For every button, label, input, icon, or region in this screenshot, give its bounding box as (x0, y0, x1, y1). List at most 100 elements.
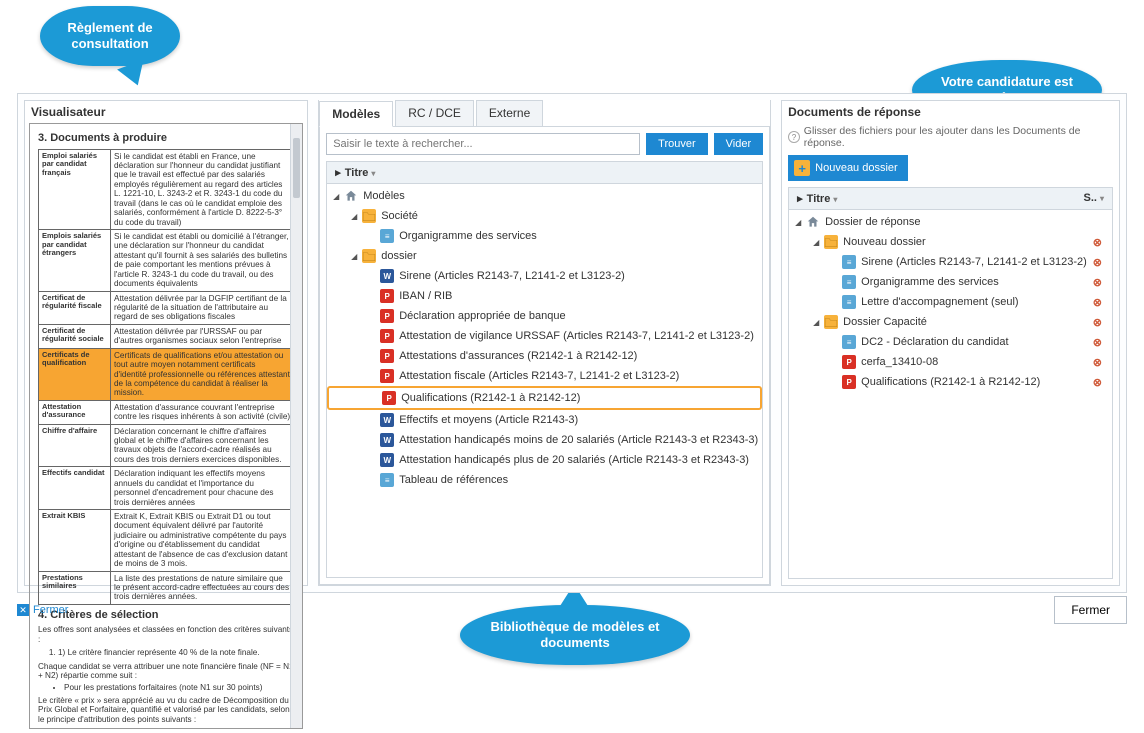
expand-toggle[interactable]: ◢ (811, 237, 821, 247)
tree-item[interactable]: PAttestation de vigilance URSSAF (Articl… (327, 326, 762, 346)
tree-item[interactable]: ◢ Dossier de réponse (789, 212, 1112, 232)
tab-rc-dce[interactable]: RC / DCE (395, 100, 474, 126)
col-status[interactable]: S.. (1076, 188, 1112, 209)
tree-label: Tableau de références (399, 474, 758, 486)
tree-item[interactable]: ◢Société (327, 206, 762, 226)
tree-item[interactable]: WAttestation handicapés plus de 20 salar… (327, 450, 762, 470)
tree-item[interactable]: ≡Lettre d'accompagnement (seul)⊗ (789, 292, 1112, 312)
pdf-icon: P (380, 329, 394, 343)
table-row: Emplois salariés par candidat étrangersS… (39, 230, 294, 292)
tree-item[interactable]: PQualifications (R2142-1 à R2142-12) (327, 386, 762, 410)
tree-label: Dossier de réponse (825, 216, 1108, 228)
find-button[interactable]: Trouver (646, 133, 708, 155)
new-folder-button[interactable]: + Nouveau dossier (788, 155, 908, 181)
home-icon (344, 189, 358, 203)
tree-label: Modèles (363, 190, 758, 202)
expand-toggle[interactable] (367, 415, 377, 425)
folder-icon (362, 249, 376, 263)
expand-toggle[interactable]: ◢ (793, 217, 803, 227)
delete-icon[interactable]: ⊗ (1087, 256, 1108, 269)
scrollbar[interactable] (290, 124, 302, 728)
delete-icon[interactable]: ⊗ (1087, 236, 1108, 249)
tree-item[interactable]: ≡Organigramme des services (327, 226, 762, 246)
list-item: Pour les prestations forfaitaires (note … (64, 683, 294, 692)
tree-item[interactable]: ≡Tableau de références (327, 470, 762, 490)
expand-toggle[interactable] (829, 377, 839, 387)
tree-item[interactable]: PDéclaration appropriée de banque (327, 306, 762, 326)
tab-modeles[interactable]: Modèles (319, 101, 393, 127)
delete-icon[interactable]: ⊗ (1087, 376, 1108, 389)
tab-externe[interactable]: Externe (476, 100, 543, 126)
word-icon: W (380, 269, 394, 283)
expand-toggle[interactable] (367, 331, 377, 341)
tree-item[interactable]: ◢ Modèles (327, 186, 762, 206)
delete-icon[interactable]: ⊗ (1087, 276, 1108, 289)
tree-item[interactable]: PQualifications (R2142-1 à R2142-12)⊗ (789, 372, 1112, 392)
expand-toggle[interactable] (829, 277, 839, 287)
close-button[interactable]: Fermer (1054, 596, 1127, 624)
tree-label: Déclaration appropriée de banque (399, 310, 758, 322)
expand-toggle[interactable] (367, 455, 377, 465)
expand-toggle[interactable]: ◢ (331, 191, 341, 201)
delete-icon[interactable]: ⊗ (1087, 336, 1108, 349)
delete-icon[interactable]: ⊗ (1087, 356, 1108, 369)
expand-toggle[interactable] (829, 337, 839, 347)
pdf-icon: P (382, 391, 396, 405)
word-icon: W (380, 413, 394, 427)
expand-toggle[interactable] (367, 291, 377, 301)
tree-label: Qualifications (R2142-1 à R2142-12) (861, 376, 1087, 388)
expand-toggle[interactable] (369, 393, 379, 403)
delete-icon[interactable]: ⊗ (1087, 296, 1108, 309)
tree-item[interactable]: PIBAN / RIB (327, 286, 762, 306)
tree-item[interactable]: W Effectifs et moyens (Article R2143-3) (327, 410, 762, 430)
expand-toggle[interactable] (367, 231, 377, 241)
models-tree: ◢ Modèles ◢Société≡Organigramme des servic… (326, 184, 763, 578)
tree-item[interactable]: W Sirene (Articles R2143-7, L2141-2 et L3… (327, 266, 762, 286)
tree-item[interactable]: PAttestations d'assurances (R2142-1 à R2… (327, 346, 762, 366)
documents-table: Emploi salariés par candidat françaisSi … (38, 149, 294, 605)
document-viewer[interactable]: 3. Documents à produire Emploi salariés … (29, 123, 303, 729)
expand-toggle[interactable]: ◢ (349, 211, 359, 221)
expand-toggle[interactable] (367, 271, 377, 281)
expand-toggle[interactable] (367, 351, 377, 361)
doc-icon: ≡ (842, 275, 856, 289)
pdf-icon: P (380, 369, 394, 383)
pdf-icon: P (380, 289, 394, 303)
tree-item[interactable]: ◢ Dossier Capacité⊗ (789, 312, 1112, 332)
tree-item[interactable]: ◢Nouveau dossier⊗ (789, 232, 1112, 252)
table-row: Chiffre d'affaireDéclaration concernant … (39, 424, 294, 467)
expand-toggle[interactable] (829, 357, 839, 367)
word-icon: W (380, 453, 394, 467)
expand-toggle[interactable] (829, 297, 839, 307)
search-input[interactable] (326, 133, 640, 155)
tree-item[interactable]: ≡Organigramme des services⊗ (789, 272, 1112, 292)
tree-item[interactable]: Pcerfa_13410-08⊗ (789, 352, 1112, 372)
table-row: Attestation d'assuranceAttestation d'ass… (39, 400, 294, 424)
tree-item[interactable]: PAttestation fiscale (Articles R2143-7, … (327, 366, 762, 386)
close-link[interactable]: ✕ Fermer (17, 604, 68, 616)
expand-toggle[interactable] (367, 475, 377, 485)
col-title[interactable]: ▸Titre (327, 162, 762, 183)
tree-item[interactable]: ◢dossier (327, 246, 762, 266)
expand-toggle[interactable] (367, 311, 377, 321)
tree-label: DC2 - Déclaration du candidat (861, 336, 1087, 348)
doc-icon: ≡ (380, 229, 394, 243)
tree-item[interactable]: WAttestation handicapés moins de 20 sala… (327, 430, 762, 450)
clear-button[interactable]: Vider (714, 133, 763, 155)
tree-item[interactable]: ≡Sirene (Articles R2143-7, L2141-2 et L3… (789, 252, 1112, 272)
tree-label: Effectifs et moyens (Article R2143-3) (399, 414, 758, 426)
col-title[interactable]: ▸Titre (789, 188, 1075, 209)
main-shell: Visualisateur 3. Documents à produire Em… (17, 93, 1127, 593)
tree-label: Sirene (Articles R2143-7, L2141-2 et L31… (399, 270, 758, 282)
expand-toggle[interactable]: ◢ (349, 251, 359, 261)
close-icon: ✕ (17, 604, 29, 616)
tree-label: Dossier Capacité (843, 316, 1087, 328)
expand-toggle[interactable] (367, 435, 377, 445)
home-icon (806, 215, 820, 229)
tree-item[interactable]: ≡ DC2 - Déclaration du candidat⊗ (789, 332, 1112, 352)
expand-toggle[interactable] (367, 371, 377, 381)
delete-icon[interactable]: ⊗ (1087, 316, 1108, 329)
expand-toggle[interactable] (829, 257, 839, 267)
expand-toggle[interactable]: ◢ (811, 317, 821, 327)
doc-icon: ≡ (842, 335, 856, 349)
